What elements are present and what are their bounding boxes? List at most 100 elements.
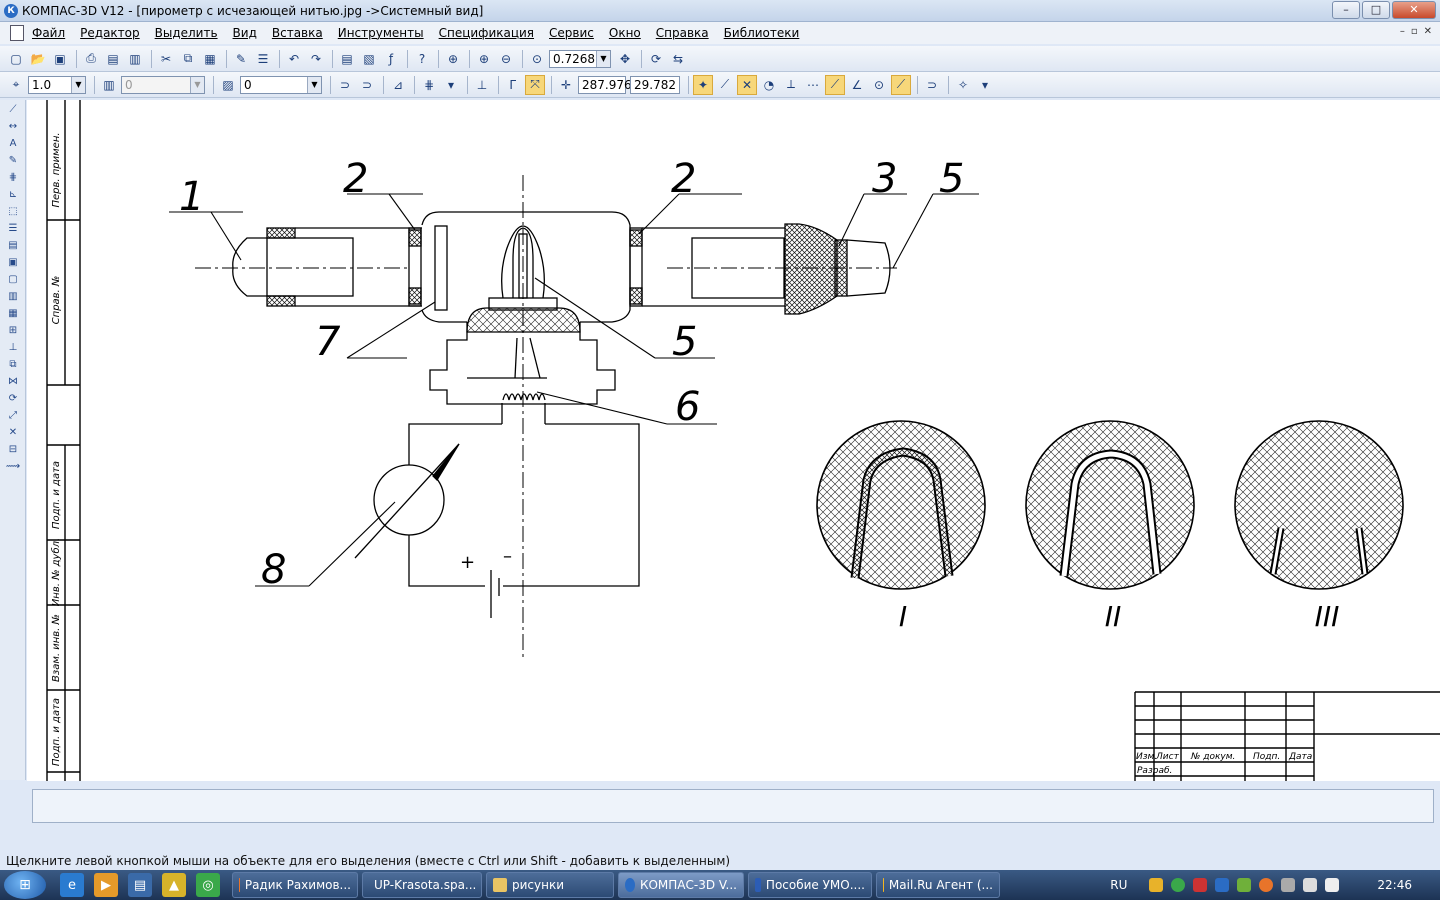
task-word[interactable]: Пособие УМО.... xyxy=(748,872,872,898)
tray-skype-icon[interactable] xyxy=(1259,878,1274,892)
ortho-mode-icon[interactable]: Г xyxy=(503,75,523,95)
snap-endpoint-icon[interactable]: ⟋ xyxy=(715,75,735,95)
zoom-combo[interactable]: 0.7268 ▼ xyxy=(549,49,611,68)
magnet-local-icon[interactable]: ⊃ xyxy=(357,75,377,95)
ortho-icon[interactable]: ⊿ xyxy=(388,75,408,95)
menu-service[interactable]: Сервис xyxy=(549,26,594,40)
command-box[interactable] xyxy=(32,789,1434,823)
spec-icon[interactable]: ☰ xyxy=(5,221,21,236)
help-pointer-icon[interactable]: ? xyxy=(412,49,432,69)
language-indicator[interactable]: RU xyxy=(1110,878,1127,892)
mdi-close-icon[interactable]: ✕ xyxy=(1424,26,1432,37)
snap-menu-icon[interactable]: ▾ xyxy=(975,75,995,95)
menu-specification[interactable]: Спецификация xyxy=(439,26,534,40)
chevron-down-icon[interactable]: ▼ xyxy=(596,50,610,67)
snap-point-icon[interactable]: ⟋ xyxy=(891,74,911,95)
coord-x-field[interactable]: 287.976 xyxy=(578,75,632,94)
snap-normal-icon[interactable]: ⟂ xyxy=(781,75,801,95)
measure-icon[interactable]: ⊾ xyxy=(5,187,21,202)
style-combo[interactable]: 0 ▼ xyxy=(240,75,322,94)
coord-y-field[interactable]: 29.782 xyxy=(630,75,680,94)
zoom-scale-icon[interactable]: ⊙ xyxy=(527,49,547,69)
format-brush-icon[interactable]: ✎ xyxy=(231,49,251,69)
snap-center-icon[interactable]: ⊙ xyxy=(869,75,889,95)
variables-icon[interactable]: ▧ xyxy=(359,49,379,69)
layer-tool-icon[interactable]: ▦ xyxy=(5,306,21,321)
cut-icon[interactable]: ✂ xyxy=(156,49,176,69)
layer-icon[interactable]: ▥ xyxy=(99,75,119,95)
snap-angle-icon[interactable]: ∠ xyxy=(847,75,867,95)
undo-icon[interactable]: ↶ xyxy=(284,49,304,69)
new-document-icon[interactable]: ▢ xyxy=(6,49,26,69)
break-icon[interactable]: ⊟ xyxy=(5,442,21,457)
step-combo[interactable]: 1.0 ▼ xyxy=(28,75,86,94)
task-mailru[interactable]: Mail.Ru Агент (... xyxy=(876,872,1000,898)
round-mode-icon[interactable]: ⤧ xyxy=(525,74,545,95)
zoom-out-icon[interactable]: ⊖ xyxy=(496,49,516,69)
edit-icon[interactable]: ✎ xyxy=(5,153,21,168)
open-icon[interactable]: 📂 xyxy=(28,49,48,69)
symmetry-icon[interactable]: ⋈ xyxy=(5,374,21,389)
chevron-down-icon[interactable]: ▼ xyxy=(71,76,85,93)
start-button[interactable]: ⊞ xyxy=(4,871,46,899)
volume-icon[interactable] xyxy=(1325,878,1340,892)
warning-icon[interactable]: ▲ xyxy=(162,873,186,897)
local-cs-icon[interactable]: ⊥ xyxy=(472,75,492,95)
pin-icon[interactable]: ⊥ xyxy=(5,340,21,355)
menu-view[interactable]: Вид xyxy=(233,26,257,40)
dimensions-icon[interactable]: ↔ xyxy=(5,119,21,134)
preview-icon[interactable]: ▤ xyxy=(103,49,123,69)
tray-app-icon[interactable] xyxy=(1149,878,1164,892)
tray-update-icon[interactable] xyxy=(1215,878,1230,892)
snap-nearest-icon[interactable]: ✦ xyxy=(693,74,713,95)
zoom-window-icon[interactable]: ⊕ xyxy=(443,49,463,69)
parametrize-icon[interactable]: ⋕ xyxy=(5,170,21,185)
print-icon[interactable]: ⎙ xyxy=(81,49,101,69)
insert-icon[interactable]: ▣ xyxy=(5,255,21,270)
mdi-restore-icon[interactable]: ▫ xyxy=(1411,26,1418,37)
chrome-icon[interactable]: ◎ xyxy=(196,873,220,897)
tray-network-icon[interactable] xyxy=(1171,878,1186,892)
mdi-minimize-icon[interactable]: – xyxy=(1400,26,1405,37)
deform-icon[interactable]: ⟿ xyxy=(5,459,21,474)
snap-midpoint-icon[interactable]: ⋯ xyxy=(803,75,823,95)
explorer-icon[interactable]: ▤ xyxy=(128,873,152,897)
tray-flag-icon[interactable] xyxy=(1281,878,1296,892)
maximize-button[interactable]: □ xyxy=(1362,1,1390,19)
tray-display-icon[interactable] xyxy=(1303,878,1318,892)
function-icon[interactable]: ƒ xyxy=(381,49,401,69)
menu-editor[interactable]: Редактор xyxy=(80,26,139,40)
redo-icon[interactable]: ↷ xyxy=(306,49,326,69)
zoom-in-icon[interactable]: ⊕ xyxy=(474,49,494,69)
tray-antivirus-icon[interactable] xyxy=(1193,878,1208,892)
rotate-icon[interactable]: ⟳ xyxy=(5,391,21,406)
delete-icon[interactable]: ✕ xyxy=(5,425,21,440)
close-button[interactable]: ✕ xyxy=(1392,1,1436,19)
macro-icon[interactable]: ⊞ xyxy=(5,323,21,338)
snap-magnet-icon[interactable]: ⊃ xyxy=(922,75,942,95)
save-icon[interactable]: ▣ xyxy=(50,49,70,69)
menu-select[interactable]: Выделить xyxy=(155,26,218,40)
task-upkrasota[interactable]: UP-Krasota.spa... xyxy=(362,872,482,898)
copy-icon[interactable]: ⧉ xyxy=(178,49,198,69)
fragment-icon[interactable]: ▢ xyxy=(5,272,21,287)
menu-insert[interactable]: Вставка xyxy=(272,26,323,40)
task-kompas[interactable]: КОМПАС-3D V... xyxy=(618,872,744,898)
reports-icon[interactable]: ▤ xyxy=(5,238,21,253)
snap-step-icon[interactable]: ⌖ xyxy=(6,75,26,95)
snap-alignment-icon[interactable]: ⟋ xyxy=(825,74,845,95)
menu-file[interactable]: Файл xyxy=(32,26,65,40)
ie-icon[interactable]: e xyxy=(60,873,84,897)
designations-icon[interactable]: A xyxy=(5,136,21,151)
menu-libraries[interactable]: Библиотеки xyxy=(724,26,800,40)
tray-utorrent-icon[interactable] xyxy=(1237,878,1252,892)
layer-combo[interactable]: 0 ▼ xyxy=(121,75,205,94)
snap-tangent-icon[interactable]: ◔ xyxy=(759,75,779,95)
view-icon[interactable]: ▥ xyxy=(5,289,21,304)
task-folder[interactable]: рисунки xyxy=(486,872,614,898)
grid-menu-icon[interactable]: ▾ xyxy=(441,75,461,95)
document-icon[interactable] xyxy=(10,25,24,41)
scale-icon[interactable]: ⤢ xyxy=(5,408,21,423)
refresh-icon[interactable]: ⟳ xyxy=(646,49,666,69)
magnet-icon[interactable]: ⊃ xyxy=(335,75,355,95)
